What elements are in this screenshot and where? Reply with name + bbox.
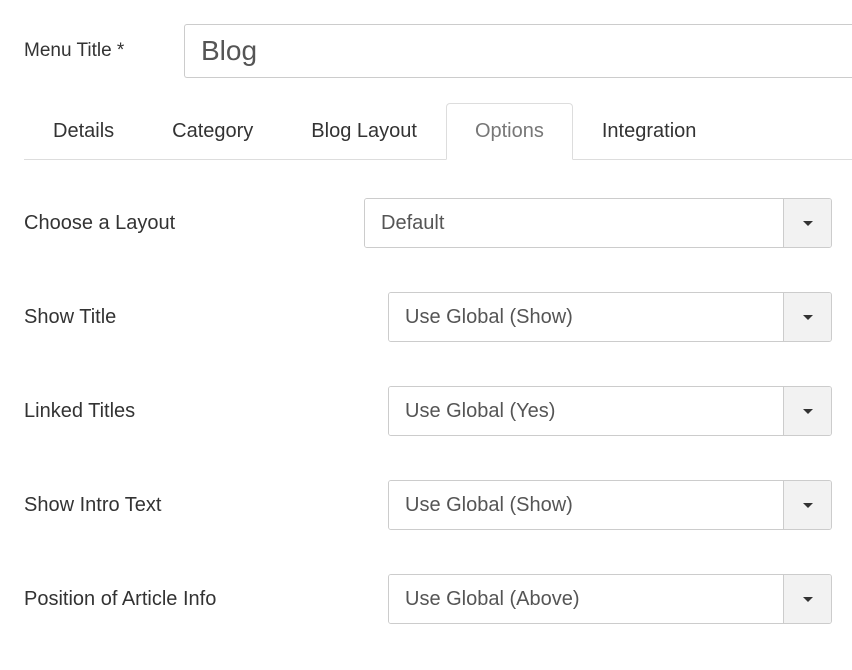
tab-integration[interactable]: Integration [573,103,726,160]
chevron-down-icon [783,387,831,435]
linked-titles-select[interactable]: Use Global (Yes) [388,386,832,436]
tab-category[interactable]: Category [143,103,282,160]
position-article-info-label: Position of Article Info [24,588,364,611]
choose-layout-label: Choose a Layout [24,212,364,235]
position-article-info-value: Use Global (Above) [389,575,783,623]
show-title-value: Use Global (Show) [389,293,783,341]
linked-titles-label: Linked Titles [24,400,364,423]
show-title-label: Show Title [24,306,364,329]
tab-options[interactable]: Options [446,103,573,160]
tab-bar: Details Category Blog Layout Options Int… [24,102,852,160]
show-title-select[interactable]: Use Global (Show) [388,292,832,342]
show-intro-text-value: Use Global (Show) [389,481,783,529]
chevron-down-icon [783,481,831,529]
menu-title-input[interactable] [184,24,852,78]
position-article-info-select[interactable]: Use Global (Above) [388,574,832,624]
choose-layout-select[interactable]: Default [364,198,832,248]
chevron-down-icon [783,293,831,341]
linked-titles-value: Use Global (Yes) [389,387,783,435]
menu-title-label: Menu Title * [24,40,184,62]
show-intro-text-label: Show Intro Text [24,494,364,517]
show-intro-text-select[interactable]: Use Global (Show) [388,480,832,530]
chevron-down-icon [783,199,831,247]
tab-blog-layout[interactable]: Blog Layout [282,103,446,160]
tab-details[interactable]: Details [24,103,143,160]
chevron-down-icon [783,575,831,623]
choose-layout-value: Default [365,199,783,247]
